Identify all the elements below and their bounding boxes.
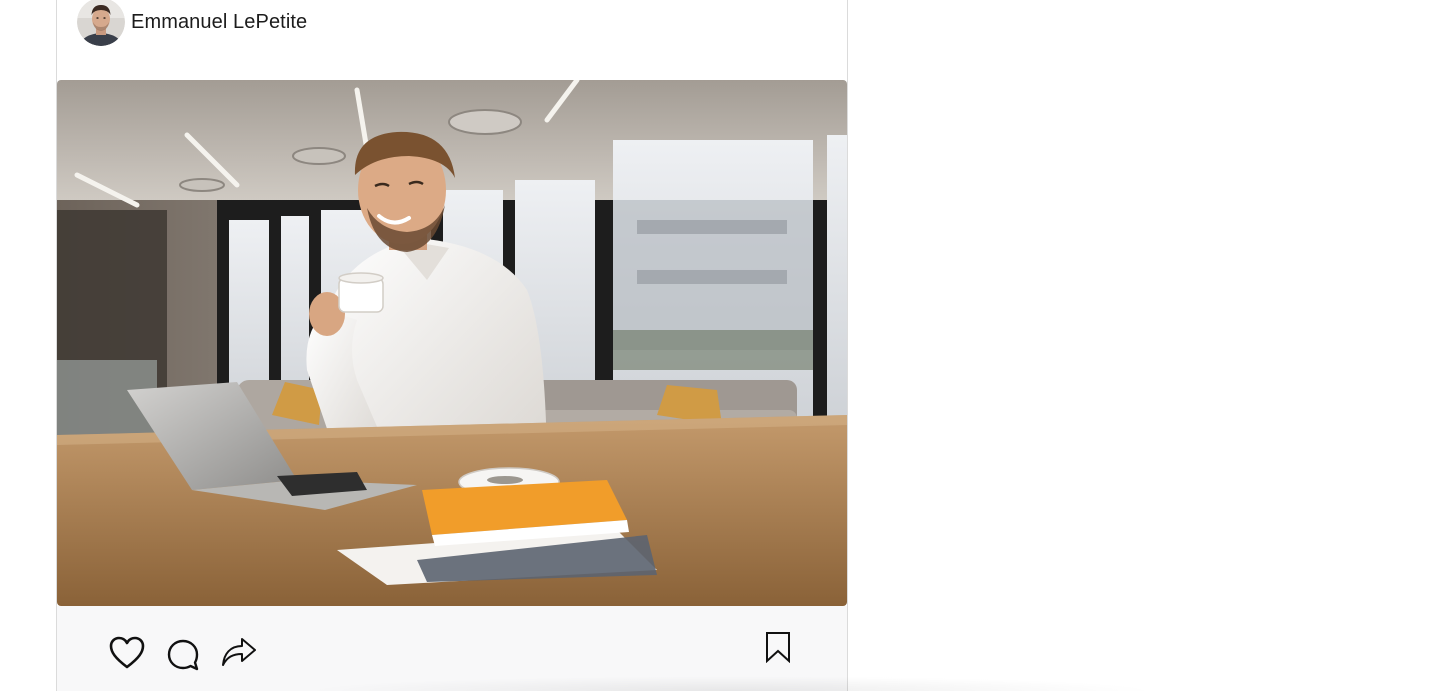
post-card: Emmanuel LePetite [56, 0, 848, 691]
share-icon[interactable] [221, 636, 257, 668]
author-name[interactable]: Emmanuel LePetite [131, 11, 307, 34]
bookmark-icon[interactable] [765, 631, 791, 663]
author-avatar[interactable] [77, 0, 125, 46]
heart-icon[interactable] [109, 636, 145, 669]
post-photo[interactable] [57, 80, 847, 606]
post-action-bar [57, 606, 847, 691]
post-header: Emmanuel LePetite [77, 0, 307, 48]
comment-icon[interactable] [167, 639, 199, 671]
